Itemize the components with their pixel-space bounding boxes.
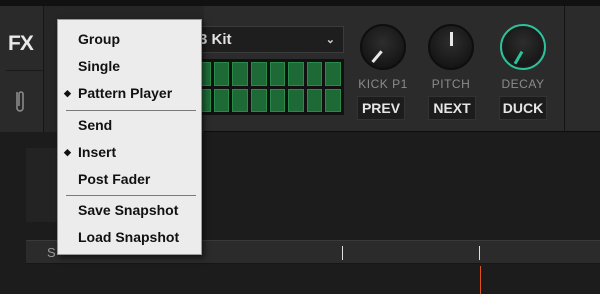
step-pad[interactable] bbox=[288, 88, 304, 112]
step-pad[interactable] bbox=[250, 62, 267, 86]
step-pad[interactable] bbox=[288, 62, 304, 86]
knob-label-decay: DECAY bbox=[501, 77, 545, 91]
step-pad[interactable] bbox=[325, 88, 341, 112]
kit-dropdown[interactable]: 3 Kit ⌄ bbox=[192, 26, 344, 53]
kit-dropdown-value: 3 Kit bbox=[199, 31, 232, 48]
menu-item-label: Insert bbox=[78, 144, 117, 160]
step-pad[interactable] bbox=[269, 62, 286, 86]
step-sequencer-grid bbox=[192, 59, 344, 115]
kick-knob[interactable] bbox=[360, 24, 406, 70]
fx-side-panel: FX bbox=[0, 6, 44, 132]
step-pad[interactable] bbox=[325, 62, 341, 86]
timeline-tick bbox=[342, 246, 343, 260]
menu-item-single[interactable]: Single bbox=[58, 53, 201, 79]
menu-separator bbox=[66, 195, 196, 196]
menu-item-save-snapshot[interactable]: Save Snapshot bbox=[58, 197, 201, 223]
next-button[interactable]: NEXT bbox=[428, 96, 476, 120]
pitch-knob[interactable] bbox=[428, 24, 474, 70]
menu-item-label: Save Snapshot bbox=[78, 202, 179, 218]
menu-item-load-snapshot[interactable]: Load Snapshot bbox=[58, 224, 201, 250]
menu-item-pattern-player[interactable]: ◆ Pattern Player bbox=[58, 80, 201, 106]
decay-knob[interactable] bbox=[500, 24, 546, 70]
step-pad[interactable] bbox=[213, 88, 230, 112]
menu-item-send[interactable]: Send bbox=[58, 112, 201, 138]
menu-item-label: Group bbox=[78, 31, 120, 47]
menu-item-label: Single bbox=[78, 58, 121, 74]
duck-button[interactable]: DUCK bbox=[499, 96, 547, 120]
checkmark-icon: ◆ bbox=[64, 88, 71, 98]
paperclip-icon[interactable] bbox=[13, 86, 27, 114]
step-pad[interactable] bbox=[306, 62, 323, 86]
playhead-marker bbox=[480, 266, 481, 294]
timeline-tab-label: S bbox=[47, 245, 56, 260]
prev-button[interactable]: PREV bbox=[357, 96, 405, 120]
divider bbox=[6, 70, 44, 71]
fx-context-menu: Group Single ◆ Pattern Player Send ◆ Ins… bbox=[57, 19, 202, 255]
fx-label: FX bbox=[8, 32, 34, 55]
menu-item-label: Pattern Player bbox=[78, 85, 173, 101]
checkmark-icon: ◆ bbox=[64, 147, 71, 157]
step-pad[interactable] bbox=[232, 88, 248, 112]
menu-item-label: Send bbox=[78, 117, 113, 133]
menu-item-group[interactable]: Group bbox=[58, 26, 201, 52]
divider bbox=[564, 6, 565, 132]
step-pad[interactable] bbox=[306, 88, 323, 112]
knob-label-kick: KICK P1 bbox=[358, 77, 408, 91]
step-pad[interactable] bbox=[250, 88, 267, 112]
step-pad[interactable] bbox=[269, 88, 286, 112]
chevron-down-icon: ⌄ bbox=[325, 34, 335, 46]
menu-separator bbox=[66, 110, 196, 111]
step-pad[interactable] bbox=[232, 62, 248, 86]
knob-label-pitch: PITCH bbox=[431, 77, 471, 91]
menu-item-post-fader[interactable]: Post Fader bbox=[58, 166, 201, 192]
menu-item-label: Load Snapshot bbox=[78, 229, 180, 245]
menu-item-insert[interactable]: ◆ Insert bbox=[58, 139, 201, 165]
menu-item-label: Post Fader bbox=[78, 171, 151, 187]
timeline-tick bbox=[479, 246, 480, 260]
step-pad[interactable] bbox=[213, 62, 230, 86]
